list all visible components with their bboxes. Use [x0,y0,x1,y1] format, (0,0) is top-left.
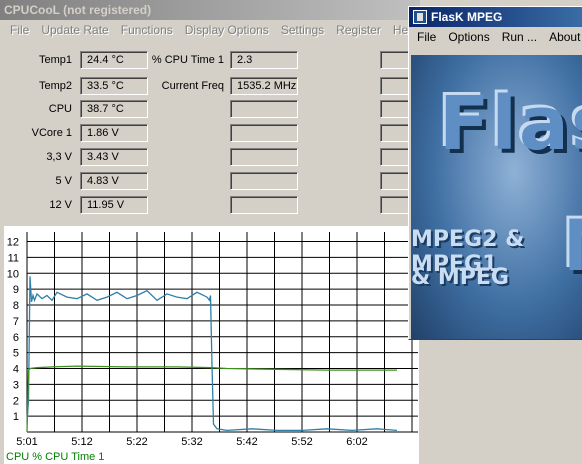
flask-menu-run[interactable]: Run ... [496,30,543,44]
x-tick-label: 5:52 [291,436,312,448]
y-tick-label: 6 [13,332,19,344]
y-tick-label: 10 [7,268,19,280]
y-tick-label: 12 [7,237,19,249]
flask-window: FlasK MPEG File Options Run ... About Fl… [408,6,582,340]
y-tick-label: 2 [13,395,19,407]
x-tick-label: 6:02 [346,436,367,448]
cpu-graph: 1234567891011125:01 5:12 5:22 5:32 5:42 5:52 6… [7,232,418,448]
x-tick-label: 5:32 [181,436,202,448]
y-tick-label: 11 [8,252,19,264]
graph-legend: CPU % CPU Time 1 [6,451,105,463]
y-tick-label: 8 [13,300,19,312]
flask-logo-text: Flask [439,81,582,167]
flask-menu-about[interactable]: About [543,30,582,44]
flask-titlebar[interactable]: FlasK MPEG [409,7,582,27]
flask-title: FlasK MPEG [431,10,503,24]
flask-splash-image: Flask MPEG2 & MPEG1 & MPEG M [411,55,582,339]
y-tick-label: 3 [13,379,19,391]
flask-menu-options[interactable]: Options [442,30,495,44]
flask-menubar: File Options Run ... About [409,27,582,47]
flask-logo-m: M [563,205,582,287]
y-tick-label: 7 [13,316,19,328]
x-tick-label: 5:12 [71,436,92,448]
flask-logo-subtitle-2: & MPEG [411,265,509,290]
x-tick-label: 5:01 [16,436,37,448]
y-tick-label: 1 [13,411,19,423]
flask-app-icon [413,10,427,24]
y-tick-label: 5 [13,348,19,360]
x-tick-label: 5:42 [236,436,257,448]
x-tick-label: 5:22 [126,436,147,448]
flask-menu-file[interactable]: File [411,30,442,44]
y-tick-label: 4 [13,364,19,376]
y-tick-label: 9 [13,284,19,296]
